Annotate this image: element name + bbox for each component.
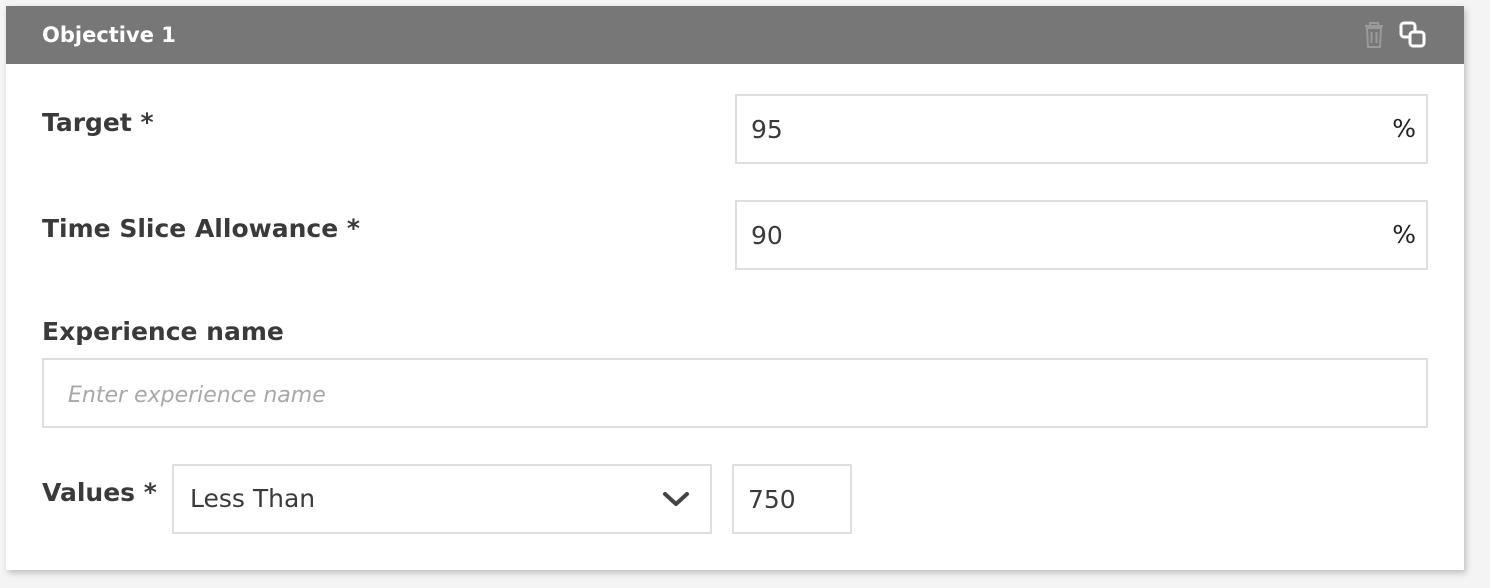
target-label: Target * — [42, 108, 154, 137]
time-slice-allowance-unit: % — [1392, 220, 1416, 249]
experience-name-field — [42, 358, 1428, 428]
threshold-field — [732, 464, 852, 534]
target-field: % — [735, 94, 1428, 164]
operator-select[interactable]: Less Than — [172, 464, 712, 534]
target-unit: % — [1392, 114, 1416, 143]
operator-selected-value: Less Than — [190, 484, 316, 513]
experience-name-input[interactable] — [44, 360, 1426, 426]
copy-icon[interactable] — [1398, 20, 1428, 50]
trash-icon[interactable] — [1359, 20, 1389, 50]
values-label: Values * — [42, 478, 157, 507]
time-slice-allowance-field: % — [735, 200, 1428, 270]
experience-name-label: Experience name — [42, 317, 284, 346]
target-input[interactable] — [737, 96, 1426, 162]
time-slice-allowance-input[interactable] — [737, 202, 1426, 268]
chevron-down-icon — [662, 488, 690, 510]
objective-title: Objective 1 — [42, 23, 176, 47]
threshold-input[interactable] — [734, 466, 850, 532]
time-slice-allowance-label: Time Slice Allowance * — [42, 214, 360, 243]
objective-panel: Objective 1 Target * 95 % Time Slice All… — [6, 6, 1464, 570]
objective-header: Objective 1 — [6, 6, 1464, 64]
